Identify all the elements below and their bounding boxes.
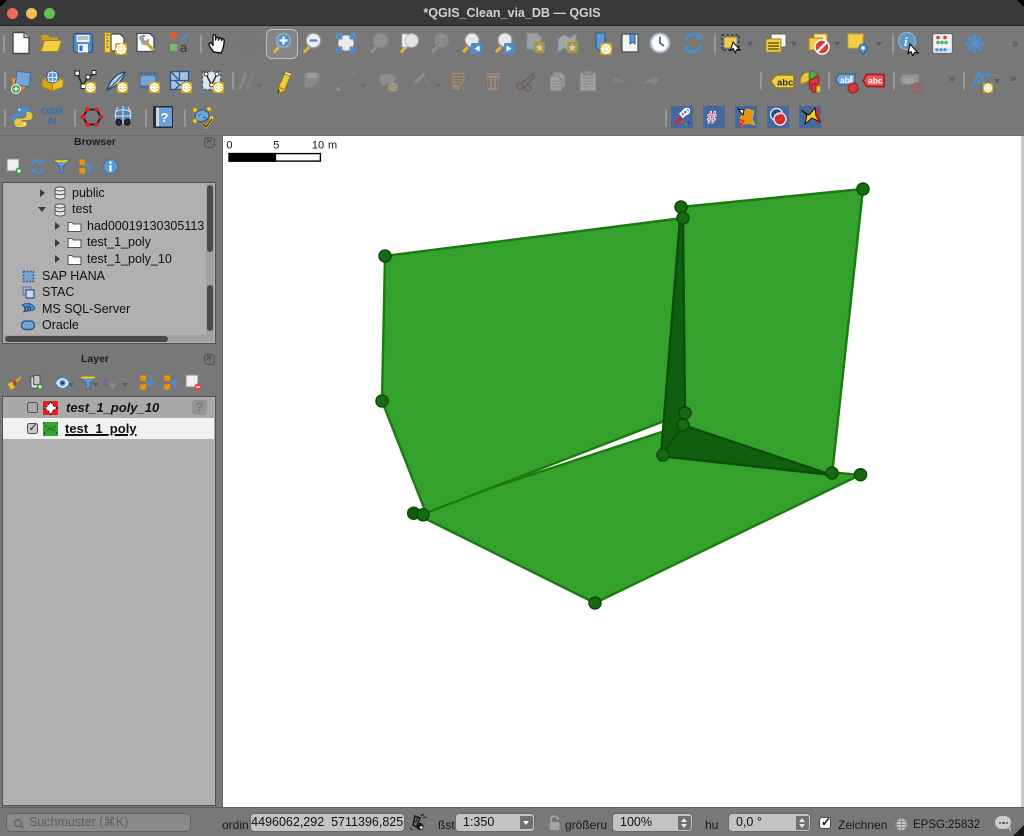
- svg-text:?: ?: [161, 110, 169, 125]
- svg-text:1:1: 1:1: [436, 37, 446, 46]
- svg-text:10: 10: [312, 140, 324, 152]
- svg-text:abc: abc: [868, 76, 883, 86]
- svg-text:ε: ε: [103, 373, 109, 388]
- svg-text:#: #: [707, 108, 717, 127]
- svg-text:0: 0: [226, 140, 232, 152]
- svg-text:a: a: [180, 40, 188, 55]
- svg-text:abc: abc: [777, 78, 793, 89]
- svg-text:5: 5: [273, 140, 279, 152]
- svg-text:ab: ab: [840, 75, 850, 85]
- svg-text:m: m: [328, 140, 337, 152]
- svg-text:i: i: [904, 34, 908, 49]
- svg-text:ab: ab: [904, 75, 914, 85]
